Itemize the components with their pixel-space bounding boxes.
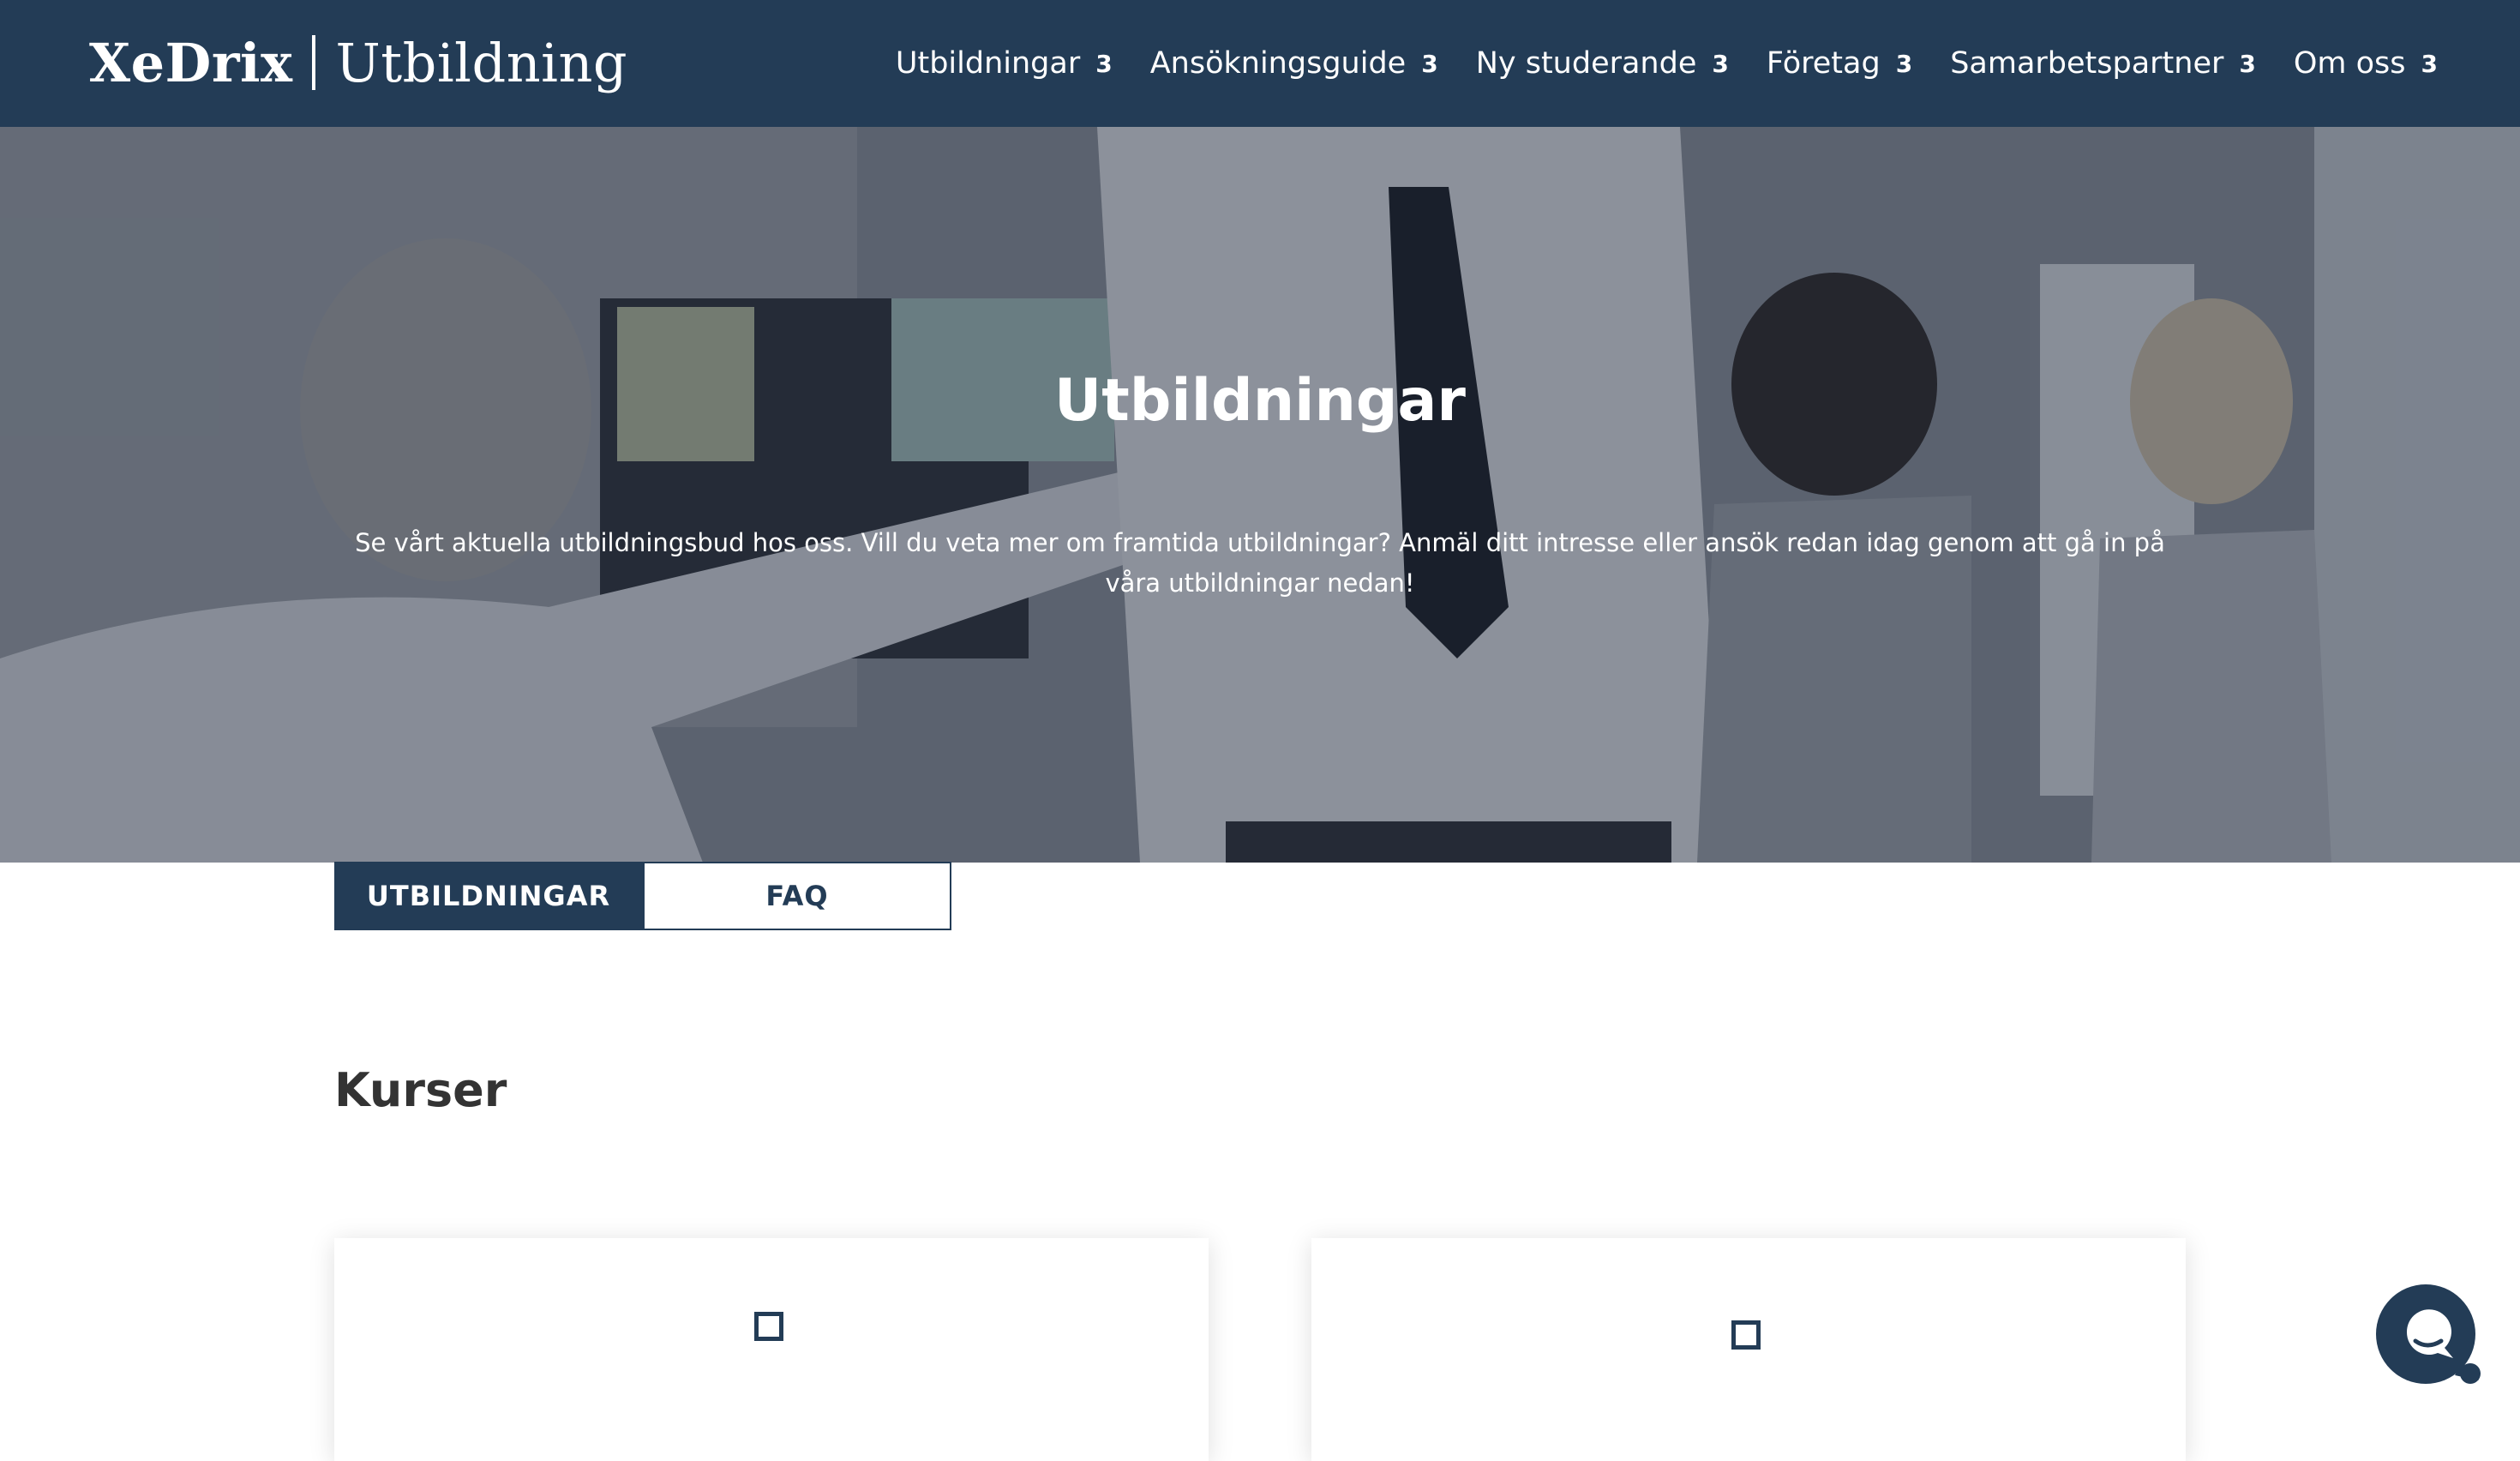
hero-lead-text: Se vårt aktuella utbildningsbud hos oss.… xyxy=(355,528,2165,598)
square-icon xyxy=(1731,1320,1761,1350)
nav-label: Samarbetspartner xyxy=(1950,46,2224,81)
site-logo[interactable]: XeDrix Utbildning xyxy=(89,24,627,101)
content-tabs: UTBILDNINGAR FAQ xyxy=(334,862,951,930)
square-icon xyxy=(754,1312,783,1341)
chevron-down-icon: 3 xyxy=(2421,49,2438,78)
hero-overlay xyxy=(0,127,2520,863)
nav-item-om-oss[interactable]: Om oss 3 xyxy=(2294,46,2438,81)
logo-brand: XeDrix xyxy=(89,31,293,94)
nav-item-foretag[interactable]: Företag 3 xyxy=(1767,46,1912,81)
nav-item-samarbetspartner[interactable]: Samarbetspartner 3 xyxy=(1950,46,2256,81)
chevron-down-icon: 3 xyxy=(1712,49,1729,78)
chevron-down-icon: 3 xyxy=(1421,49,1438,78)
nav-label: Företag xyxy=(1766,46,1881,81)
logo-divider xyxy=(311,35,315,90)
tab-utbildningar[interactable]: UTBILDNINGAR xyxy=(334,862,643,930)
nav-label: Om oss xyxy=(2293,46,2406,81)
course-card[interactable] xyxy=(334,1238,1209,1461)
main-nav: Utbildningar 3 Ansökningsguide 3 Ny stud… xyxy=(896,0,2438,127)
chat-bubble-icon xyxy=(2376,1284,2481,1384)
nav-label: Utbildningar xyxy=(895,46,1081,81)
nav-label: Ny studerande xyxy=(1475,46,1697,81)
course-card[interactable] xyxy=(1311,1238,2186,1461)
nav-item-ansokningsguide[interactable]: Ansökningsguide 3 xyxy=(1150,46,1438,81)
chevron-down-icon: 3 xyxy=(2239,49,2256,78)
logo-subtitle: Utbildning xyxy=(335,31,628,94)
nav-item-ny-studerande[interactable]: Ny studerande 3 xyxy=(1476,46,1729,81)
chevron-down-icon: 3 xyxy=(1095,49,1113,78)
site-header: XeDrix Utbildning Utbildningar 3 Ansökni… xyxy=(0,0,2520,127)
section-title: Kurser xyxy=(334,1063,507,1117)
hero-title: Utbildningar xyxy=(1054,367,1466,435)
nav-item-utbildningar[interactable]: Utbildningar 3 xyxy=(896,46,1113,81)
nav-label: Ansökningsguide xyxy=(1149,46,1407,81)
tab-faq[interactable]: FAQ xyxy=(643,862,951,930)
chevron-down-icon: 3 xyxy=(1895,49,1913,78)
chat-button[interactable] xyxy=(2376,1284,2481,1389)
hero-banner: Utbildningar Se vårt aktuella utbildning… xyxy=(0,127,2520,863)
